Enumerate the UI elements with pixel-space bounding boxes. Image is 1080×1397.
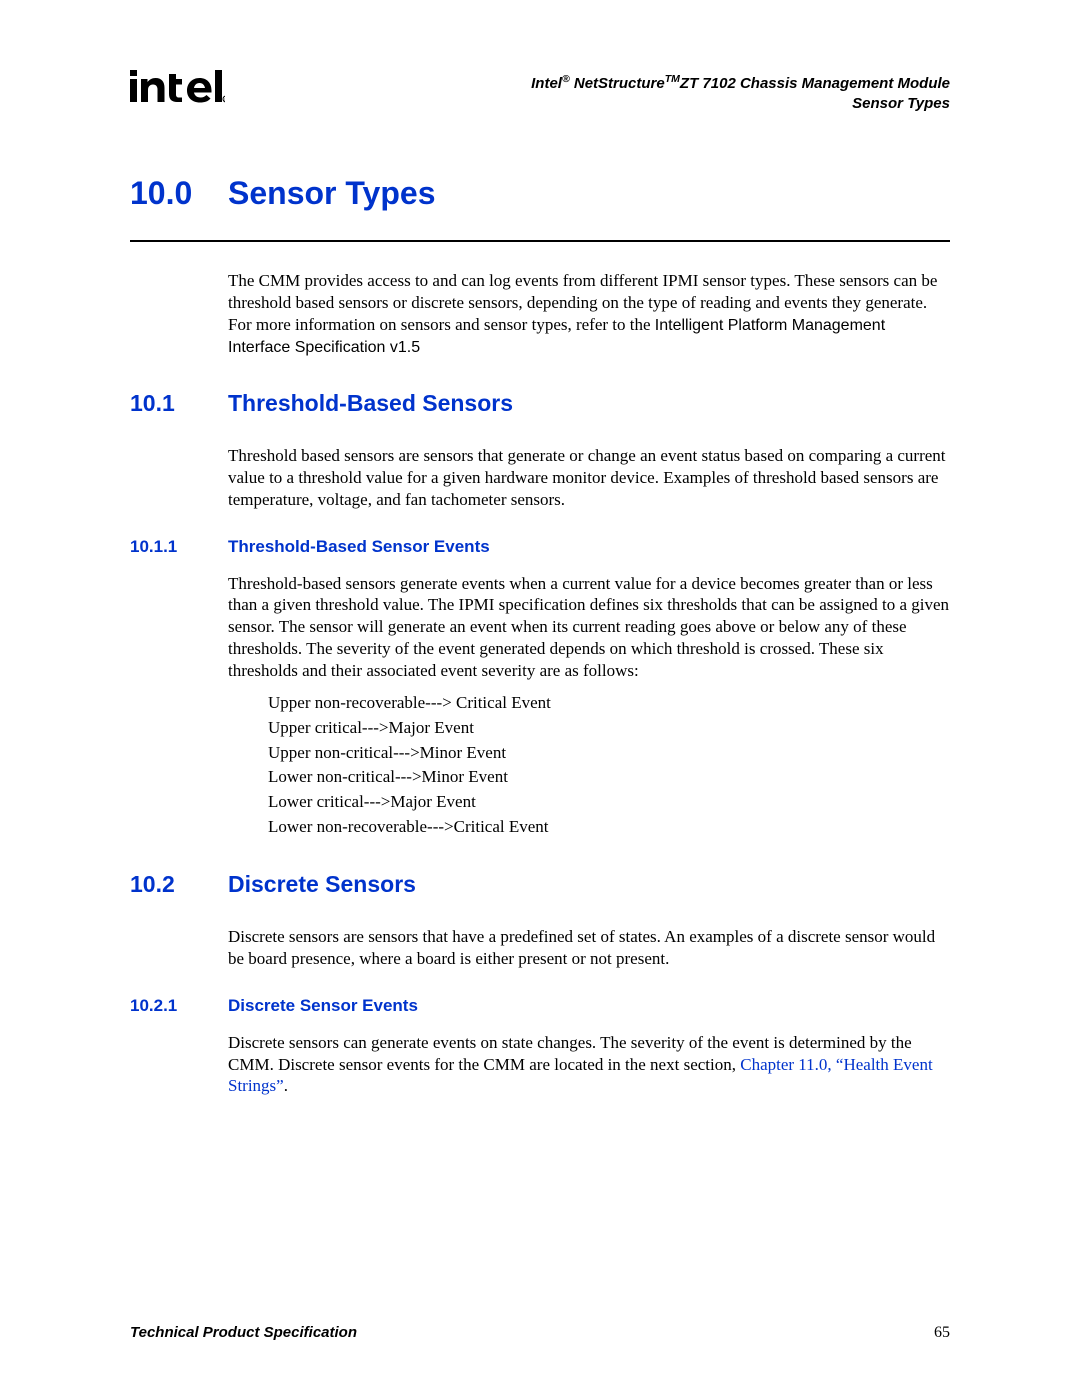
svg-text:R: R [224, 97, 225, 102]
doc-title-line2: Sensor Types [531, 94, 950, 114]
section-title: 10.0Sensor Types [130, 175, 950, 212]
footer-page-number: 65 [934, 1324, 950, 1342]
list-item: Lower critical--->Major Event [268, 790, 950, 815]
paragraph-10-2-1: Discrete sensors can generate events on … [228, 1032, 950, 1097]
subsection-10-2-1: 10.2.1Discrete Sensor Events [130, 996, 950, 1016]
paragraph-10-1: Threshold based sensors are sensors that… [228, 445, 950, 510]
header-text: Intel® NetStructureTMZT 7102 Chassis Man… [531, 70, 950, 115]
paragraph-10-2: Discrete sensors are sensors that have a… [228, 926, 950, 970]
list-item: Lower non-recoverable--->Critical Event [268, 815, 950, 840]
paragraph-10-1-1: Threshold-based sensors generate events … [228, 573, 950, 682]
page-header: R Intel® NetStructureTMZT 7102 Chassis M… [130, 70, 950, 115]
subsection-10-1: 10.1Threshold-Based Sensors [130, 390, 950, 417]
subsection-10-1-1: 10.1.1Threshold-Based Sensor Events [130, 537, 950, 557]
list-item: Lower non-critical--->Minor Event [268, 765, 950, 790]
subsection-10-2: 10.2Discrete Sensors [130, 871, 950, 898]
list-item: Upper non-recoverable---> Critical Event [268, 691, 950, 716]
list-item: Upper non-critical--->Minor Event [268, 741, 950, 766]
footer-doc-name: Technical Product Specification [130, 1324, 357, 1342]
intel-logo: R [130, 70, 225, 115]
page-footer: Technical Product Specification 65 [130, 1324, 950, 1342]
list-item: Upper critical--->Major Event [268, 716, 950, 741]
doc-title-line1: Intel® NetStructureTMZT 7102 Chassis Man… [531, 72, 950, 94]
threshold-list: Upper non-recoverable---> Critical Event… [268, 691, 950, 839]
intro-paragraph: The CMM provides access to and can log e… [228, 270, 950, 358]
title-rule [130, 240, 950, 242]
section-title-text: Sensor Types [228, 175, 435, 211]
section-number: 10.0 [130, 175, 228, 212]
